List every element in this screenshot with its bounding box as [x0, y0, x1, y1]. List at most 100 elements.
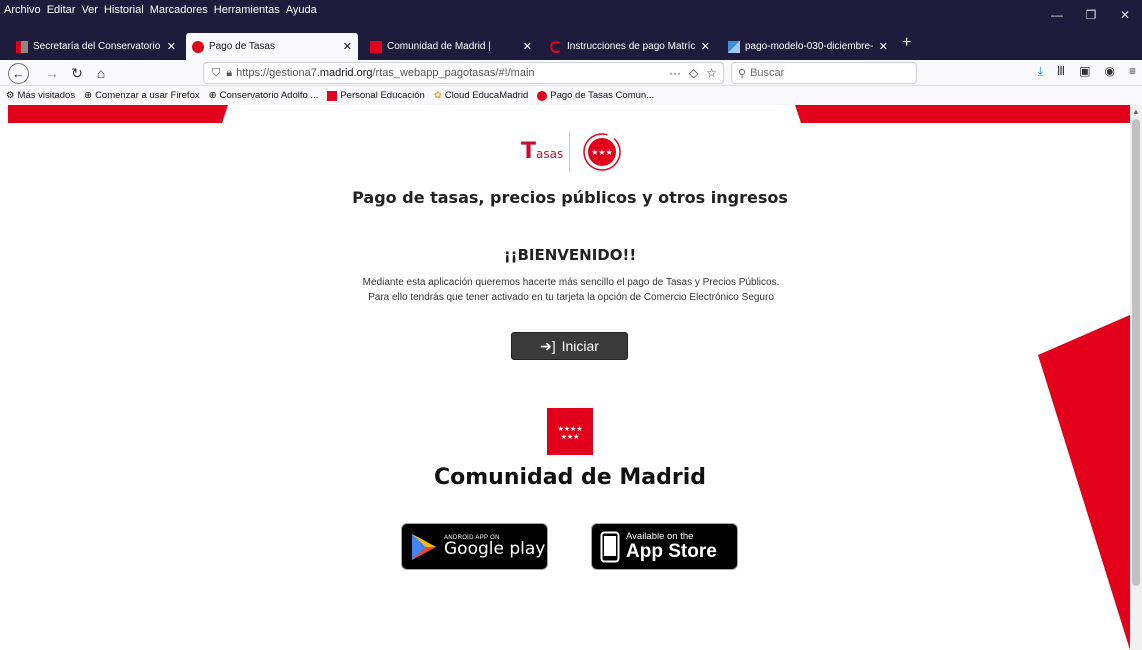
url-prefix: https://gestiona7.	[236, 67, 320, 79]
pocket-icon[interactable]: ◇	[689, 66, 698, 80]
sidebar-icon[interactable]: ▣	[1079, 64, 1090, 79]
menu-ver[interactable]: Ver	[81, 4, 98, 16]
back-button[interactable]: ←	[8, 63, 29, 84]
tracking-shield-icon[interactable]: ⛉	[212, 67, 220, 80]
scrollbar-thumb[interactable]	[1132, 119, 1140, 586]
welcome-heading: ¡¡BIENVENIDO!!	[503, 246, 637, 264]
app-store-big-text: App Store	[626, 540, 717, 562]
welcome-description: Mediante esta aplicación queremos hacert…	[362, 277, 780, 303]
page-scrollbar[interactable]: ▲	[1130, 105, 1142, 650]
menu-ayuda[interactable]: Ayuda	[286, 4, 317, 16]
madrid-circle-logo-icon: ★★★	[583, 133, 621, 171]
menu-historial[interactable]: Historial	[104, 4, 144, 16]
bookmark-pago-tasas[interactable]: Pago de Tasas Comun...	[537, 90, 654, 101]
bookmark-mas-visitados[interactable]: ⚙ Más visitados	[6, 90, 75, 101]
tab-comunidad-madrid[interactable]: Comunidad de Madrid | ✕	[364, 33, 538, 60]
globe-icon: ⊕	[208, 90, 217, 101]
cloud-icon: ✿	[433, 90, 442, 101]
lock-icon[interactable]: 🔒︎	[226, 67, 232, 80]
restore-button[interactable]: ❐	[1074, 0, 1108, 30]
instrucciones-favicon-icon	[550, 40, 562, 53]
decorative-red-triangle-right	[1038, 315, 1130, 650]
bookmark-cloud-educamadrid[interactable]: ✿ Cloud EducaMadrid	[434, 90, 528, 101]
window-controls: — ❐ ✕	[1040, 0, 1142, 30]
window-titlebar: Archivo Editar Ver Historial Marcadores …	[0, 0, 1142, 30]
hamburger-menu-icon[interactable]: ≡	[1129, 64, 1136, 79]
organization-name: Comunidad de Madrid	[433, 465, 706, 490]
tab-pago-modelo-030[interactable]: pago-modelo-030-diciembre-2 ✕	[722, 33, 894, 60]
bookmark-label: Comenzar a usar Firefox	[95, 90, 200, 101]
search-placeholder: Buscar	[750, 67, 785, 79]
bookmark-label: Cloud EducaMadrid	[444, 90, 529, 101]
account-icon[interactable]: ◉	[1105, 64, 1115, 79]
bookmark-personal-educacion[interactable]: Personal Educación	[327, 90, 425, 101]
url-path: /rtas_webapp_pagotasas/#!/main	[372, 67, 535, 79]
toolbar-right: ⤓ Ⅲ ▣ ◉ ≡	[1038, 64, 1136, 79]
globe-icon: ⊕	[84, 90, 93, 101]
tasas-icon	[537, 90, 548, 101]
tab-secretaria[interactable]: Secretaría del Conservatorio de ✕	[10, 33, 182, 60]
start-button[interactable]: ➔] Iniciar	[511, 332, 628, 360]
madrid-favicon-icon	[370, 40, 382, 53]
logo-separator	[569, 132, 570, 172]
tab-title: Secretaría del Conservatorio de	[33, 41, 161, 52]
page-actions-icon[interactable]: ···	[669, 66, 681, 80]
scroll-up-icon[interactable]: ▲	[1132, 107, 1140, 116]
page-title: Pago de tasas, precios públicos y otros …	[352, 188, 788, 207]
bookmark-label: Pago de Tasas Comun...	[550, 90, 655, 101]
bookmark-label: Más visitados	[17, 90, 76, 101]
search-icon: ⚲	[738, 67, 747, 80]
tab-title: Comunidad de Madrid |	[387, 41, 491, 52]
bookmark-label: Conservatorio Adolfo ...	[219, 90, 319, 101]
tab-title: Instrucciones de pago Matrícul	[567, 41, 695, 52]
svg-text:★★★: ★★★	[561, 433, 580, 441]
gear-icon: ⚙	[6, 90, 15, 101]
menu-herramientas[interactable]: Herramientas	[214, 4, 280, 16]
menu-archivo[interactable]: Archivo	[4, 4, 41, 16]
bookmarks-bar: ⚙ Más visitados ⊕ Comenzar a usar Firefox …	[0, 86, 1142, 105]
svg-text:★★★★: ★★★★	[557, 425, 582, 433]
forward-button[interactable]: →	[42, 63, 62, 83]
tab-strip: Secretaría del Conservatorio de ✕ Pago d…	[0, 30, 1142, 60]
url-bar[interactable]: ⛉ 🔒︎ https://gestiona7. madrid.org/rtas_w…	[203, 62, 724, 84]
url-host: madrid.org	[319, 67, 373, 79]
reload-button[interactable]: ↻	[67, 63, 87, 83]
search-bar[interactable]: ⚲ Buscar	[731, 62, 917, 84]
tab-instrucciones[interactable]: Instrucciones de pago Matrícul ✕	[544, 33, 716, 60]
decorative-red-shape-left	[8, 105, 228, 123]
page-content: Tasas ★★★ Pago de tasas, precios público…	[0, 105, 1130, 650]
menu-bar: Archivo Editar Ver Historial Marcadores …	[4, 4, 317, 16]
madrid-icon	[327, 90, 338, 101]
close-window-button[interactable]: ✕	[1108, 0, 1142, 30]
app-store-badge[interactable]: Available on the App Store	[591, 523, 738, 570]
close-tab-icon[interactable]: ✕	[523, 40, 532, 53]
close-tab-icon[interactable]: ✕	[879, 40, 888, 53]
tasas-logo-initial: T	[521, 139, 537, 164]
tasas-logo-text: asas	[536, 147, 564, 161]
close-tab-icon[interactable]: ✕	[343, 40, 352, 53]
google-play-badge[interactable]: ANDROID APP ON Google play	[401, 523, 548, 570]
svg-text:★★★: ★★★	[591, 148, 613, 157]
conservatorio-favicon-icon	[16, 40, 28, 53]
menu-editar[interactable]: Editar	[47, 4, 76, 16]
menu-marcadores[interactable]: Marcadores	[150, 4, 208, 16]
downloads-icon[interactable]: ⤓	[1038, 64, 1043, 79]
tab-title: pago-modelo-030-diciembre-2	[745, 41, 873, 52]
decorative-red-shape-top-right	[795, 105, 1130, 123]
close-tab-icon[interactable]: ✕	[167, 40, 176, 53]
google-play-big-text: Google play	[444, 539, 546, 559]
tasas-favicon-icon	[192, 40, 204, 53]
home-button[interactable]: ⌂	[91, 63, 111, 83]
library-icon[interactable]: Ⅲ	[1057, 64, 1065, 79]
bookmark-star-icon[interactable]: ☆	[706, 66, 717, 80]
bookmark-comenzar-firefox[interactable]: ⊕ Comenzar a usar Firefox	[84, 90, 200, 101]
start-button-label: Iniciar	[561, 338, 599, 354]
sign-in-arrow-icon: ➔]	[540, 337, 556, 354]
close-tab-icon[interactable]: ✕	[701, 40, 710, 53]
comunidad-madrid-flag-icon: ★★★★ ★★★	[547, 408, 593, 455]
new-tab-button[interactable]: +	[902, 34, 911, 52]
minimize-button[interactable]: —	[1040, 0, 1074, 30]
bookmark-conservatorio[interactable]: ⊕ Conservatorio Adolfo ...	[209, 90, 319, 101]
iphone-icon	[600, 531, 620, 562]
tab-pago-de-tasas[interactable]: Pago de Tasas ✕	[186, 33, 358, 60]
